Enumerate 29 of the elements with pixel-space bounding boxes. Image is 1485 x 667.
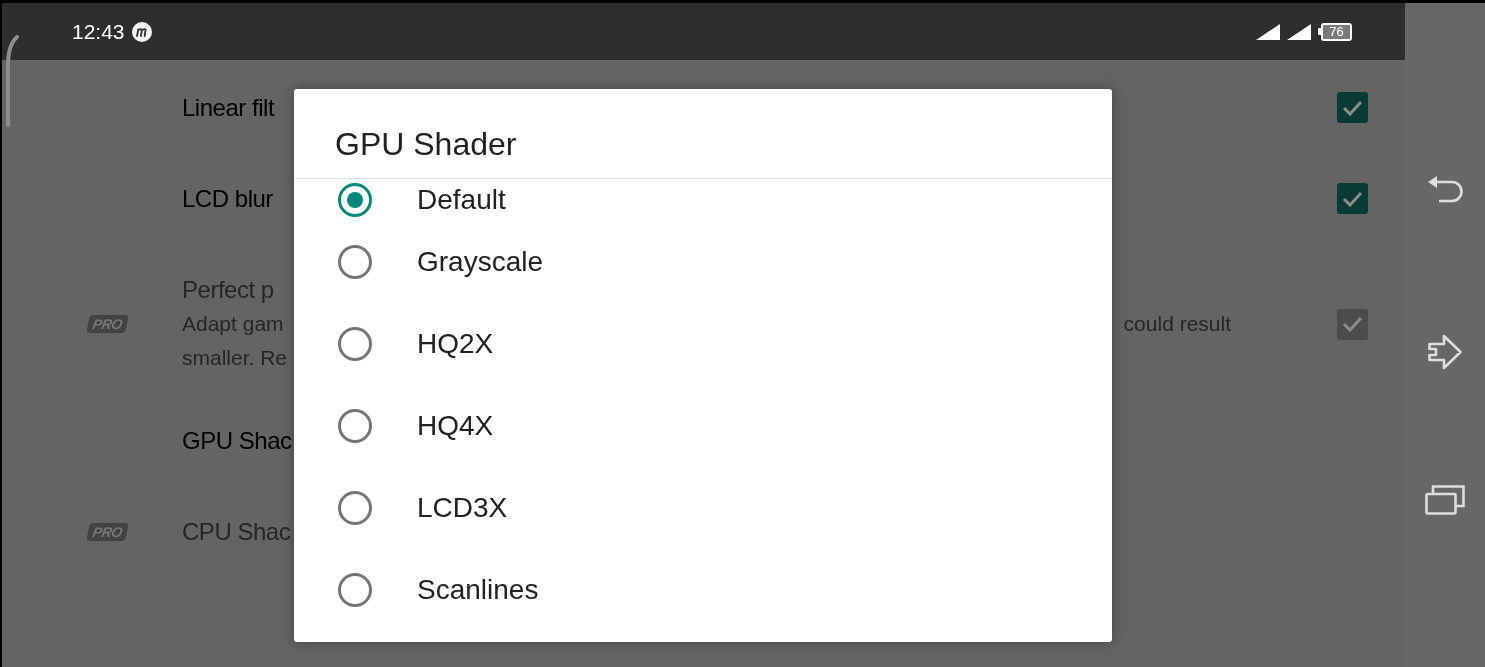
checkmark-icon — [1342, 316, 1363, 332]
setting-title: Perfect p — [182, 275, 274, 305]
radio-option[interactable]: Default — [294, 179, 1112, 221]
radio-option[interactable]: Grayscale — [294, 221, 1112, 303]
stacked-windows-icon[interactable] — [1425, 485, 1465, 515]
right-arrow-icon[interactable] — [1427, 333, 1463, 371]
setting-description: Adapt gam — [182, 311, 284, 337]
back-arrow-icon[interactable] — [1427, 175, 1463, 205]
checkbox[interactable] — [1337, 92, 1368, 123]
radio-option[interactable]: Scanlines — [294, 549, 1112, 631]
checkbox[interactable] — [1337, 183, 1368, 214]
status-time: 12:43 — [72, 21, 125, 42]
notification-icon — [131, 21, 152, 42]
radio-option[interactable]: LCD3X — [294, 467, 1112, 549]
radio-option[interactable]: HQ4X — [294, 385, 1112, 467]
dialog-title: GPU Shader — [335, 126, 517, 162]
setting-description: could result — [1123, 311, 1231, 337]
signal-icon — [1256, 23, 1280, 40]
setting-title: Linear filt — [182, 92, 275, 123]
signal-icon — [1287, 23, 1311, 40]
setting-description: smaller. Re — [182, 345, 288, 371]
setting-title: CPU Shac — [182, 516, 291, 547]
checkmark-icon — [1342, 99, 1363, 116]
battery-indicator: 76 — [1318, 22, 1352, 41]
setting-title: GPU Shac — [182, 425, 292, 456]
radio-option[interactable]: HQ2X — [294, 303, 1112, 385]
edge-handle-icon — [5, 35, 19, 127]
checkmark-icon — [1342, 190, 1363, 207]
setting-title: LCD blur — [182, 183, 273, 214]
